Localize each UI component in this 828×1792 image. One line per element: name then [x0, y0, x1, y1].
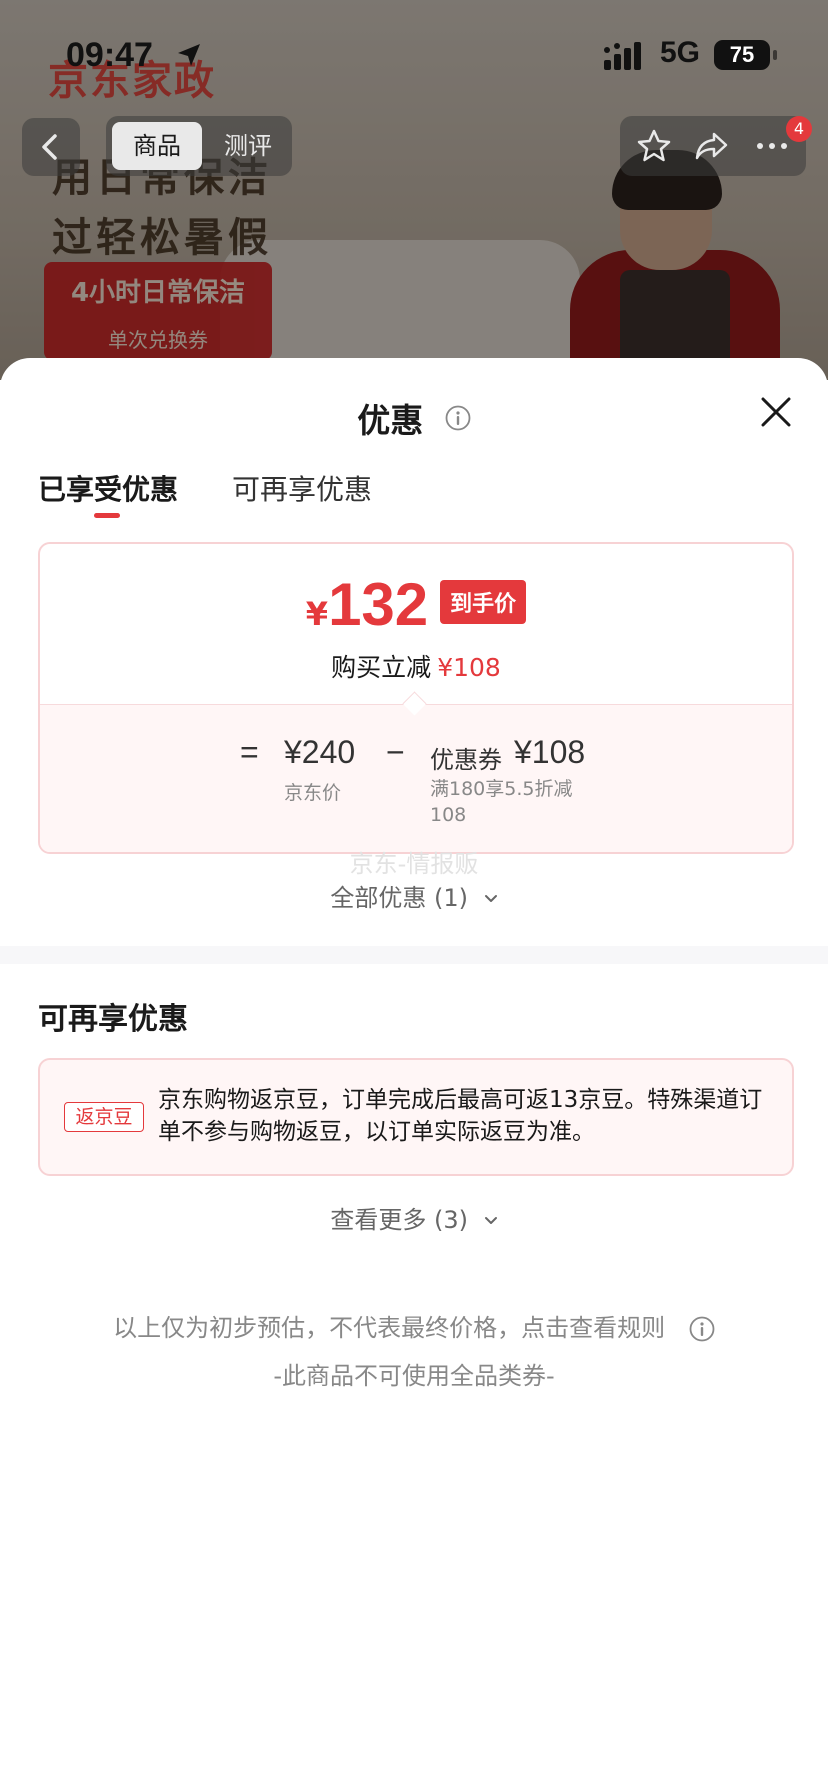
- close-icon[interactable]: [758, 394, 794, 430]
- nav-actions: [620, 116, 806, 176]
- network-type: 5G: [660, 36, 701, 69]
- info-icon[interactable]: [445, 405, 471, 431]
- deal-summary-card: ¥132 到手价 购买立减 ¥108 = ¥240 − 优惠券 ¥108 京东价 满…: [38, 542, 794, 854]
- final-price-row: ¥132 到手价: [40, 570, 792, 639]
- tab-active-indicator: [94, 513, 120, 518]
- instant-reduce-row: 购买立减 ¥108: [40, 648, 792, 684]
- status-bar: 09:47 5G 75: [0, 0, 828, 100]
- tab-review[interactable]: 测评: [210, 122, 286, 170]
- message-count-badge: 4: [786, 116, 812, 142]
- battery-cap: [773, 50, 777, 60]
- status-time: 09:47: [66, 36, 153, 74]
- tab-product[interactable]: 商品: [112, 122, 202, 170]
- tab-extra-discounts[interactable]: 可再享优惠: [232, 468, 372, 508]
- sheet-header: 优惠: [0, 394, 828, 442]
- formula-equals: =: [240, 734, 259, 770]
- location-arrow-icon: [178, 44, 200, 66]
- tab-enjoyed-discounts[interactable]: 已享受优惠: [38, 468, 178, 508]
- coupon-label: 优惠券: [430, 746, 502, 774]
- sheet-title: 优惠: [357, 401, 424, 440]
- disclaimer-rules-link[interactable]: 以上仅为初步预估，不代表最终价格，点击查看规则: [0, 1308, 828, 1343]
- chevron-down-icon: [484, 895, 497, 902]
- product-nav-tabs: 商品 测评: [106, 116, 292, 176]
- extra-discounts-title: 可再享优惠: [38, 1002, 188, 1037]
- formula-minus: −: [386, 734, 405, 770]
- all-discounts-label: 全部优惠 (1): [330, 884, 468, 912]
- jd-price: ¥240: [284, 734, 356, 770]
- back-button[interactable]: [22, 118, 80, 176]
- disclaimer-text: 以上仅为初步预估，不代表最终价格，点击查看规则: [113, 1314, 666, 1342]
- deal-breakdown-area: [40, 704, 792, 852]
- section-divider: [0, 946, 828, 964]
- reduce-amount: ¥108: [437, 653, 501, 682]
- info-icon: [689, 1316, 715, 1342]
- battery-indicator: 75: [714, 40, 770, 70]
- jd-price-label: 京东价: [284, 782, 342, 804]
- view-more-label: 查看更多 (3): [330, 1206, 468, 1234]
- chevron-left-icon: [42, 134, 57, 160]
- view-more-toggle[interactable]: 查看更多 (3): [0, 1200, 828, 1235]
- jd-bean-description: 京东购物返京豆，订单完成后最高可返13京豆。特殊渠道订单不参与购物返豆，以订单实…: [158, 1087, 763, 1145]
- discount-sheet: 优惠 已享受优惠 可再享优惠 ¥132 到手价 购买立减 ¥108 = ¥240 −…: [0, 358, 828, 1792]
- jd-bean-card: 返京豆 京东购物返京豆，订单完成后最高可返13京豆。特殊渠道订单不参与购物返豆，…: [38, 1058, 794, 1176]
- final-price: 132: [328, 571, 429, 638]
- final-price-tag: 到手价: [440, 580, 527, 624]
- signal-icon: [604, 42, 641, 70]
- reduce-label: 购买立减: [331, 653, 432, 682]
- star-icon[interactable]: [634, 128, 674, 164]
- coupon-rule: 满180享5.5折减108: [430, 778, 573, 826]
- currency-symbol: ¥: [305, 595, 329, 633]
- all-discounts-toggle[interactable]: 全部优惠 (1): [0, 878, 828, 913]
- coupon-amount: ¥108: [514, 734, 586, 770]
- jd-bean-tag: 返京豆: [64, 1102, 144, 1132]
- share-icon[interactable]: [692, 128, 732, 164]
- watermark-text: 京东-情报贩: [349, 850, 479, 878]
- chevron-down-icon: [484, 1217, 497, 1224]
- category-coupon-notice: -此商品不可使用全品类券-: [273, 1362, 555, 1390]
